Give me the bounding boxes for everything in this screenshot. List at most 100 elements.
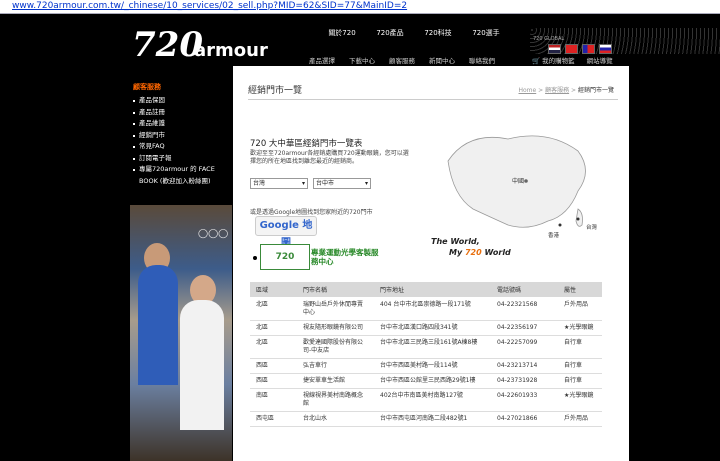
subnav-download[interactable]: 下載中心 — [342, 55, 382, 65]
cell-region: 西屯區 — [250, 411, 297, 427]
svg-text:720: 720 — [132, 25, 203, 65]
athletes-photo: ◯◯◯ — [130, 205, 232, 461]
cell-phone: 04-27021866 — [491, 411, 558, 427]
chevron-down-icon: ▾ — [364, 180, 368, 187]
cell-address: 台中市西區美村路一段114號 — [374, 358, 491, 374]
cell-address: 台中市西區公館里三民西路29號1樓 — [374, 373, 491, 389]
slogan-world: World — [484, 248, 511, 257]
cell-store-name: 瑞野山岳戶外休閒專賣中心 — [297, 297, 374, 321]
breadcrumb-home[interactable]: Home — [519, 87, 537, 94]
flag-us-icon[interactable] — [548, 44, 561, 54]
flag-cn-icon[interactable] — [565, 44, 578, 54]
cart-link[interactable]: 🛒 我的購物籃 — [532, 55, 575, 65]
col-type: 屬性 — [558, 282, 602, 298]
col-store-name: 門市名稱 — [297, 282, 374, 298]
utility-links: 🛒 我的購物籃 網站導覽 — [532, 55, 613, 65]
table-body: 北區 瑞野山岳戶外休閒專賣中心 404 台中市北區崇德路一段171號 04-22321… — [250, 297, 602, 427]
map-label-hk: 香港 — [548, 231, 560, 239]
svg-text:armour: armour — [194, 40, 268, 61]
table-row: 西區 弘吉車行 台中市西區美村路一段114號 04-23213714 自行車 — [250, 358, 602, 374]
slogan: The World, My 720 World — [431, 236, 511, 258]
promo-badge[interactable]: 720 — [260, 244, 310, 270]
google-map-button[interactable]: Google 地圖 — [255, 216, 317, 249]
breadcrumb: Home > 顧客服務 > 經銷門市一覽 — [519, 85, 615, 94]
globe-label: 720 GLOBAL — [533, 36, 565, 42]
cell-phone: 04-22601933 — [491, 388, 558, 412]
cell-phone: 04-22321568 — [491, 297, 558, 321]
subnav-news[interactable]: 新聞中心 — [422, 55, 462, 65]
cell-phone: 04-23731928 — [491, 373, 558, 389]
page-title: 經銷門市一覽 — [248, 86, 303, 96]
sidebar-item-register[interactable]: 產品註冊 — [133, 107, 229, 119]
sidebar-item-newsletter[interactable]: 訂閱電子報 — [133, 153, 229, 165]
breadcrumb-parent[interactable]: 顧客服務 — [545, 87, 569, 94]
olympic-rings-icon: ◯◯◯ — [198, 229, 229, 239]
cell-store-name: 歡愛達國際股份有限公司-中友店 — [297, 335, 374, 359]
subnav-product-select[interactable]: 產品選擇 — [302, 55, 342, 65]
flag-tw-icon[interactable] — [582, 44, 595, 54]
athlete-body — [138, 265, 178, 385]
cart-label: 我的購物籃 — [542, 57, 575, 65]
cell-store-name: 捷安單車生活館 — [297, 373, 374, 389]
table-row: 北區 歡愛達國際股份有限公司-中友店 台中市北區三民路三段161號A棟8樓 04-22… — [250, 335, 602, 359]
slogan-my: My — [449, 248, 463, 257]
nav-about[interactable]: 關於720 — [318, 28, 366, 38]
cell-address: 台中市北區漢口路四段341號 — [374, 320, 491, 336]
promo-text[interactable]: 專業運動光學客製服務中心 — [311, 248, 381, 266]
cell-phone: 04-22356197 — [491, 320, 558, 336]
sub-nav: 產品選擇 下載中心 顧客服務 新聞中心 聯絡我們 — [302, 55, 502, 65]
cell-region: 北區 — [250, 297, 297, 321]
cell-phone: 04-22257099 — [491, 335, 558, 359]
sidebar-item-facebook[interactable]: 專屬720armour 的 FACE BOOK (歡迎加入粉絲團) — [133, 164, 229, 187]
brand-logo[interactable]: 720 armour — [132, 22, 282, 66]
bullet-icon — [253, 256, 257, 260]
cell-type: 自行車 — [558, 358, 602, 374]
cell-type: 自行車 — [558, 335, 602, 359]
cell-address: 台中市北區三民路三段161號A棟8樓 — [374, 335, 491, 359]
nav-athletes[interactable]: 720選手 — [462, 28, 510, 38]
table-row: 南區 視線視界美村南路概念館 402台中市南區美村南路127號 04-22601933… — [250, 388, 602, 412]
cell-phone: 04-23213714 — [491, 358, 558, 374]
table-row: 西屯區 台北山水 台中市西屯區河南路二段482號1 04-27021866 戶外用品 — [250, 411, 602, 427]
table-row: 北區 視友隨形眼鏡有限公司 台中市北區漢口路四段341號 04-22356197 ★光學… — [250, 320, 602, 336]
breadcrumb-sep-1: > — [538, 87, 544, 94]
divider — [248, 99, 618, 100]
cell-store-name: 台北山水 — [297, 411, 374, 427]
cell-region: 北區 — [250, 320, 297, 336]
city-select[interactable]: 台中市 ▾ — [313, 178, 371, 189]
cell-address: 402台中市南區美村南路127號 — [374, 388, 491, 412]
subnav-service[interactable]: 顧客服務 — [382, 55, 422, 65]
map-label-china: 中國 — [512, 177, 524, 185]
cell-store-name: 視線視界美村南路概念館 — [297, 388, 374, 412]
url-text: www.720armour.com.tw/_chinese/10_service… — [12, 1, 408, 11]
cell-type: 戶外用品 — [558, 411, 602, 427]
cell-type: ★光學眼鏡 — [558, 388, 602, 412]
cell-region: 北區 — [250, 335, 297, 359]
col-region: 區域 — [250, 282, 297, 298]
sitemap-link[interactable]: 網站導覽 — [587, 55, 613, 65]
sidebar-item-faq[interactable]: 常見FAQ — [133, 141, 229, 153]
region-select-value: 台灣 — [253, 180, 266, 187]
sidebar-item-maintenance[interactable]: 產品維護 — [133, 118, 229, 130]
flag-ru-icon[interactable] — [599, 44, 612, 54]
sidebar: 顧客服務 產品保固 產品註冊 產品維護 經銷門市 常見FAQ 訂閱電子報 專屬7… — [133, 82, 229, 187]
nav-products[interactable]: 720產品 — [366, 28, 414, 38]
sidebar-item-stores[interactable]: 經銷門市 — [133, 130, 229, 142]
region-select[interactable]: 台灣 ▾ — [250, 178, 308, 189]
address-bar[interactable]: www.720armour.com.tw/_chinese/10_service… — [0, 0, 720, 14]
cell-region: 西區 — [250, 373, 297, 389]
sidebar-item-warranty[interactable]: 產品保固 — [133, 95, 229, 107]
col-phone: 電話號碼 — [491, 282, 558, 298]
table-row: 西區 捷安單車生活館 台中市西區公館里三民西路29號1樓 04-23731928 自行車 — [250, 373, 602, 389]
nav-tech[interactable]: 720科技 — [414, 28, 462, 38]
store-table: 區域 門市名稱 門市地址 電話號碼 屬性 北區 瑞野山岳戶外休閒專賣中心 404 台… — [250, 282, 602, 427]
cell-store-name: 視友隨形眼鏡有限公司 — [297, 320, 374, 336]
slogan-720: 720 — [464, 248, 482, 257]
section-description: 歡迎至至720armour各經銷處購買720運動眼鏡，您可以選擇您的所在地區找到… — [250, 150, 409, 165]
section-title: 720 大中華區經銷門市一覽表 — [250, 139, 363, 149]
table-row: 北區 瑞野山岳戶外休閒專賣中心 404 台中市北區崇德路一段171號 04-22321… — [250, 297, 602, 321]
google-map-hint: 或是透過Google地圖找到您家附近的720門市 — [250, 209, 373, 216]
col-address: 門市地址 — [374, 282, 491, 298]
subnav-contact[interactable]: 聯絡我們 — [462, 55, 502, 65]
cell-region: 南區 — [250, 388, 297, 412]
